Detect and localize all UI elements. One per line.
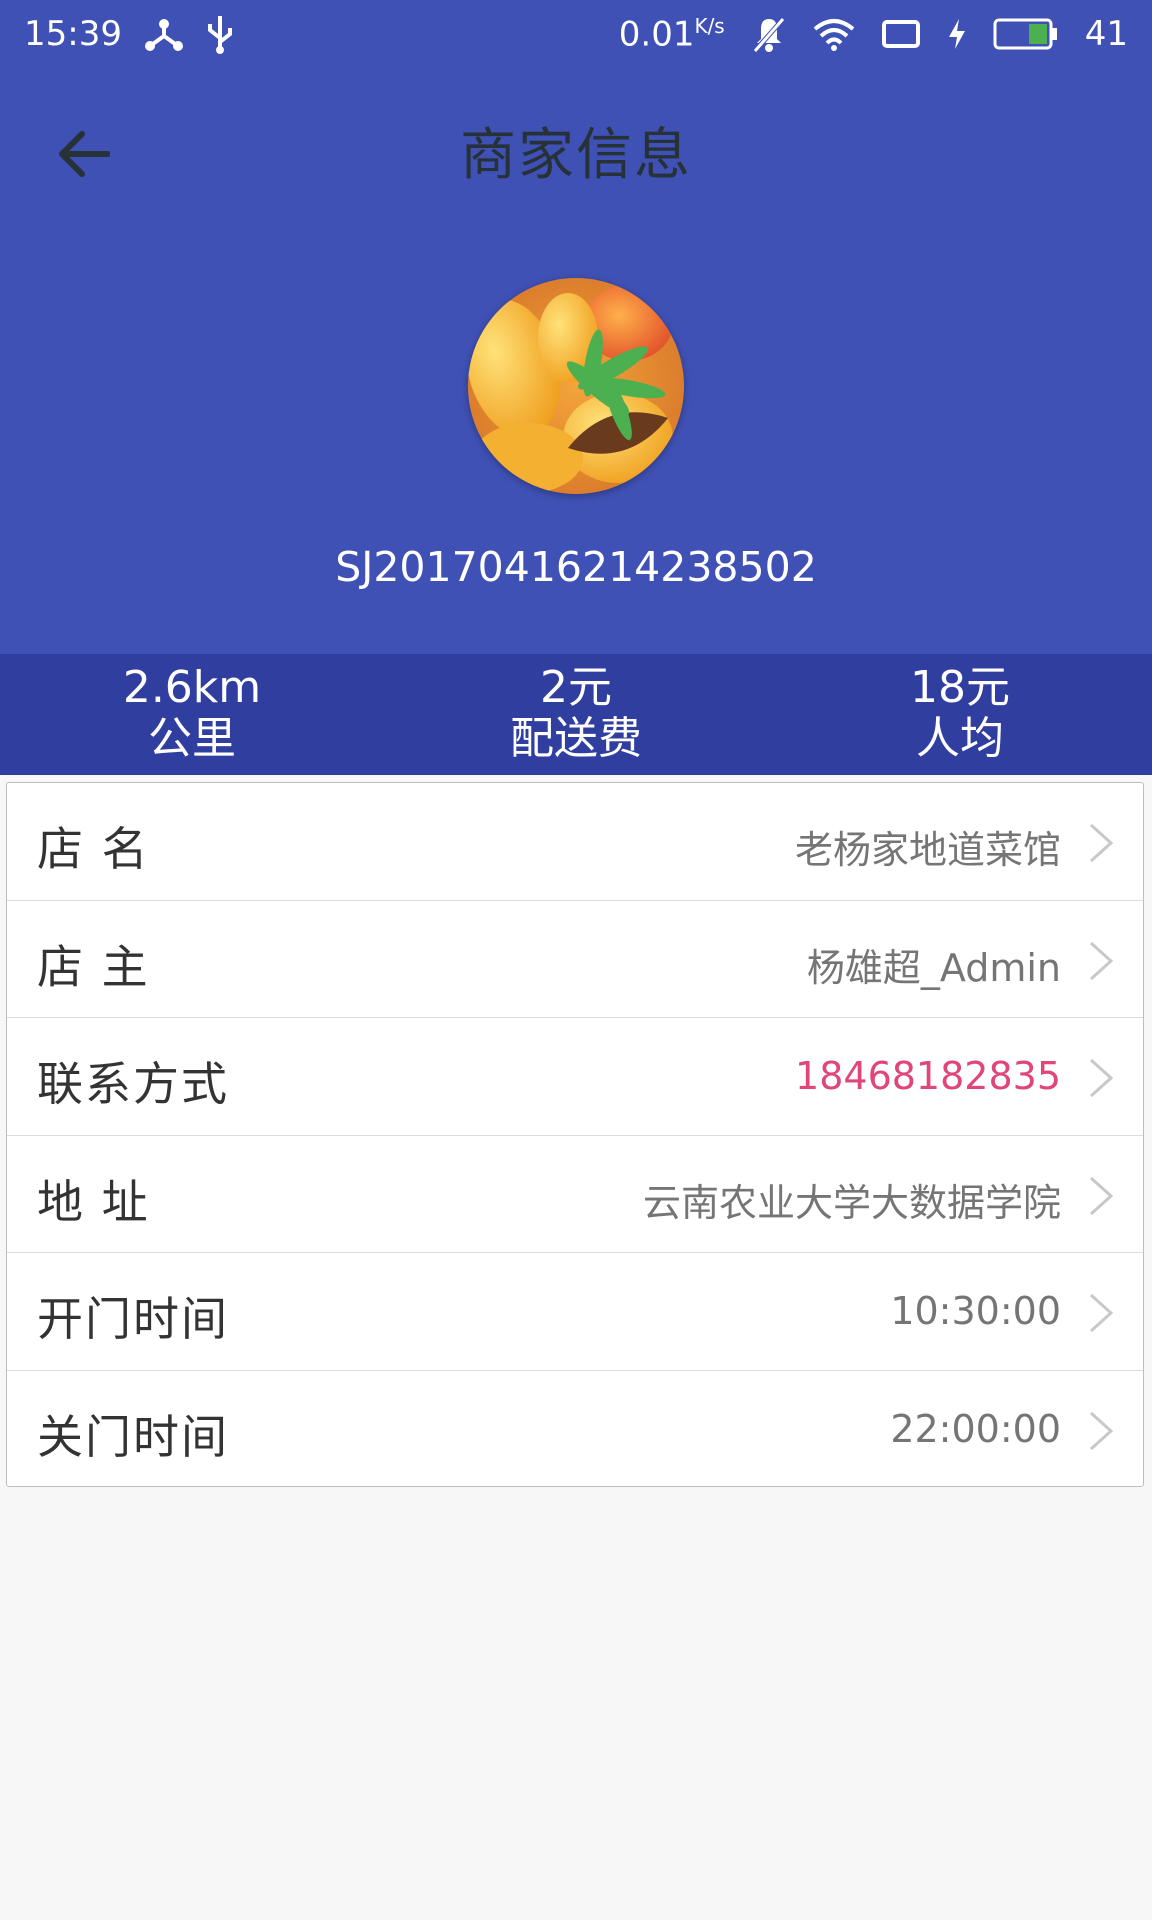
- stat-per-person: 18元 人均: [768, 654, 1152, 775]
- stat-delivery-fee: 2元 配送费: [384, 654, 768, 775]
- info-list: 店 名 老杨家地道菜馆 店 主 杨雄超_Admin 联系方式 184681828…: [6, 782, 1144, 1487]
- row-close-time[interactable]: 关门时间 22:00:00: [7, 1371, 1143, 1489]
- row-open-time[interactable]: 开门时间 10:30:00: [7, 1253, 1143, 1371]
- status-bar: 15:39 0.01K/s 41: [0, 0, 1152, 72]
- net-speed: 0.01K/s: [618, 14, 725, 55]
- chevron-right-icon: [1089, 941, 1114, 980]
- stat-value: 18元: [910, 662, 1010, 713]
- row-label: 店 名: [37, 822, 150, 876]
- chevron-right-icon: [1089, 1176, 1114, 1215]
- row-value: 老杨家地道菜馆: [794, 828, 1061, 872]
- mute-icon: [751, 15, 787, 53]
- chevron-right-icon: [1089, 1411, 1114, 1450]
- merchant-id: SJ20170416214238502: [335, 543, 817, 591]
- row-value: 杨雄超_Admin: [806, 945, 1061, 990]
- battery-level: 41: [1084, 14, 1128, 55]
- stat-value: 2.6km: [122, 662, 262, 713]
- status-time: 15:39: [24, 14, 122, 54]
- row-address[interactable]: 地 址 云南农业大学大数据学院: [7, 1136, 1143, 1253]
- row-label: 开门时间: [37, 1292, 229, 1346]
- row-value: 云南农业大学大数据学院: [642, 1180, 1061, 1225]
- stat-value: 2元: [540, 662, 612, 713]
- phone-number[interactable]: 18468182835: [795, 1054, 1061, 1098]
- row-value: 10:30:00: [890, 1289, 1061, 1333]
- usb-icon: [206, 14, 234, 54]
- stats-strip: 2.6km 公里 2元 配送费 18元 人均: [0, 654, 1152, 775]
- row-label: 关门时间: [37, 1409, 229, 1464]
- row-owner[interactable]: 店 主 杨雄超_Admin: [7, 901, 1143, 1018]
- chevron-right-icon: [1089, 1058, 1114, 1098]
- row-contact[interactable]: 联系方式 18468182835: [7, 1018, 1143, 1136]
- app-bar: 商家信息: [0, 72, 1152, 228]
- stat-distance: 2.6km 公里: [0, 654, 384, 775]
- stat-label: 公里: [148, 713, 236, 764]
- row-label: 地 址: [37, 1174, 150, 1229]
- row-value: 22:00:00: [890, 1406, 1061, 1451]
- stat-label: 配送费: [510, 713, 642, 764]
- wifi-icon: [813, 17, 855, 52]
- chevron-right-icon: [1089, 1293, 1114, 1333]
- row-label: 店 主: [37, 939, 150, 994]
- battery-icon: [993, 17, 1059, 51]
- screen-icon: [881, 19, 921, 49]
- share-icon: [144, 16, 184, 52]
- charging-icon: [947, 17, 967, 51]
- stat-label: 人均: [916, 713, 1004, 764]
- merchant-avatar: [468, 278, 684, 494]
- row-shop-name[interactable]: 店 名 老杨家地道菜馆: [7, 783, 1143, 901]
- chevron-right-icon: [1089, 823, 1114, 863]
- row-label: 联系方式: [37, 1057, 229, 1111]
- page-title: 商家信息: [460, 123, 692, 188]
